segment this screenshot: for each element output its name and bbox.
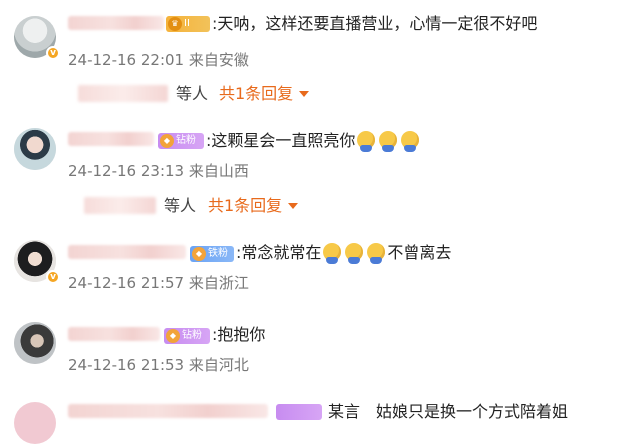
fan-level-badge <box>276 404 322 420</box>
comment-meta: 24-12-16 22:01 来自安徽 <box>68 51 249 69</box>
comment-text: :这颗星会一直照亮你 <box>206 131 421 152</box>
avatar[interactable] <box>14 128 56 170</box>
reply-users-blurred <box>78 85 168 102</box>
diamond-icon: ◆ <box>192 247 206 261</box>
diamond-icon: ◆ <box>160 134 174 148</box>
hug-emoji-icon <box>345 243 364 264</box>
hug-emoji-icon <box>323 243 342 264</box>
fan-level-badge: ♛ II <box>166 16 210 32</box>
replies-row[interactable]: 等人 共1条回复 <box>0 195 636 217</box>
username-blurred[interactable] <box>68 245 186 259</box>
diamond-icon: ◆ <box>166 329 180 343</box>
caret-down-icon <box>288 203 299 209</box>
fan-level-badge: ◆ 铁粉4 <box>190 246 234 275</box>
comment-source: 来自浙江 <box>188 274 249 292</box>
avatar[interactable] <box>14 322 56 364</box>
comment-text: :天呐，这样还要直播营业，心情一定很不好吧 <box>212 14 538 33</box>
username-blurred[interactable] <box>68 132 154 146</box>
fan-level-badge: ◆ 钻粉2 <box>158 133 204 162</box>
verified-badge-icon: v <box>46 270 60 284</box>
hug-emoji-icon <box>357 131 376 152</box>
comment-meta: 24-12-16 21:53 来自河北 <box>68 356 249 374</box>
comment-text: 某言 姑娘只是换一个方式陪着姐 <box>328 402 569 421</box>
crown-icon: ♛ <box>168 17 182 31</box>
view-replies-link[interactable]: 共1条回复 <box>219 83 310 105</box>
comment-source: 来自河北 <box>188 356 249 374</box>
username-blurred[interactable] <box>68 16 164 30</box>
comment-time: 24-12-16 22:01 <box>68 51 185 69</box>
hug-emoji-icon <box>379 131 398 152</box>
comment-time: 24-12-16 23:13 <box>68 162 185 180</box>
username-blurred[interactable] <box>68 327 160 341</box>
hug-emoji-icon <box>401 131 420 152</box>
reply-users-blurred <box>84 197 156 214</box>
comment-time: 24-12-16 21:53 <box>68 356 185 374</box>
replies-row[interactable]: 等人 共1条回复 <box>0 83 636 105</box>
reply-who-label: 等人 <box>164 196 197 215</box>
verified-badge-icon: v <box>46 46 60 60</box>
comment-source: 来自安徽 <box>188 51 249 69</box>
reply-who-label: 等人 <box>176 84 209 103</box>
avatar[interactable] <box>14 402 56 444</box>
comment-time: 24-12-16 21:57 <box>68 274 185 292</box>
comment-meta: 24-12-16 21:57 来自浙江 <box>68 274 249 292</box>
comment-source: 来自山西 <box>188 162 249 180</box>
username-blurred[interactable] <box>68 404 268 418</box>
hug-emoji-icon <box>367 243 386 264</box>
comment-meta: 24-12-16 23:13 来自山西 <box>68 162 249 180</box>
caret-down-icon <box>299 91 310 97</box>
fan-level-badge: ◆ 钻粉3 <box>164 328 210 357</box>
view-replies-link[interactable]: 共1条回复 <box>208 195 299 217</box>
comment-text: :常念就常在 不曾离去 <box>236 243 452 264</box>
comment-text: :抱抱你 <box>212 325 266 344</box>
